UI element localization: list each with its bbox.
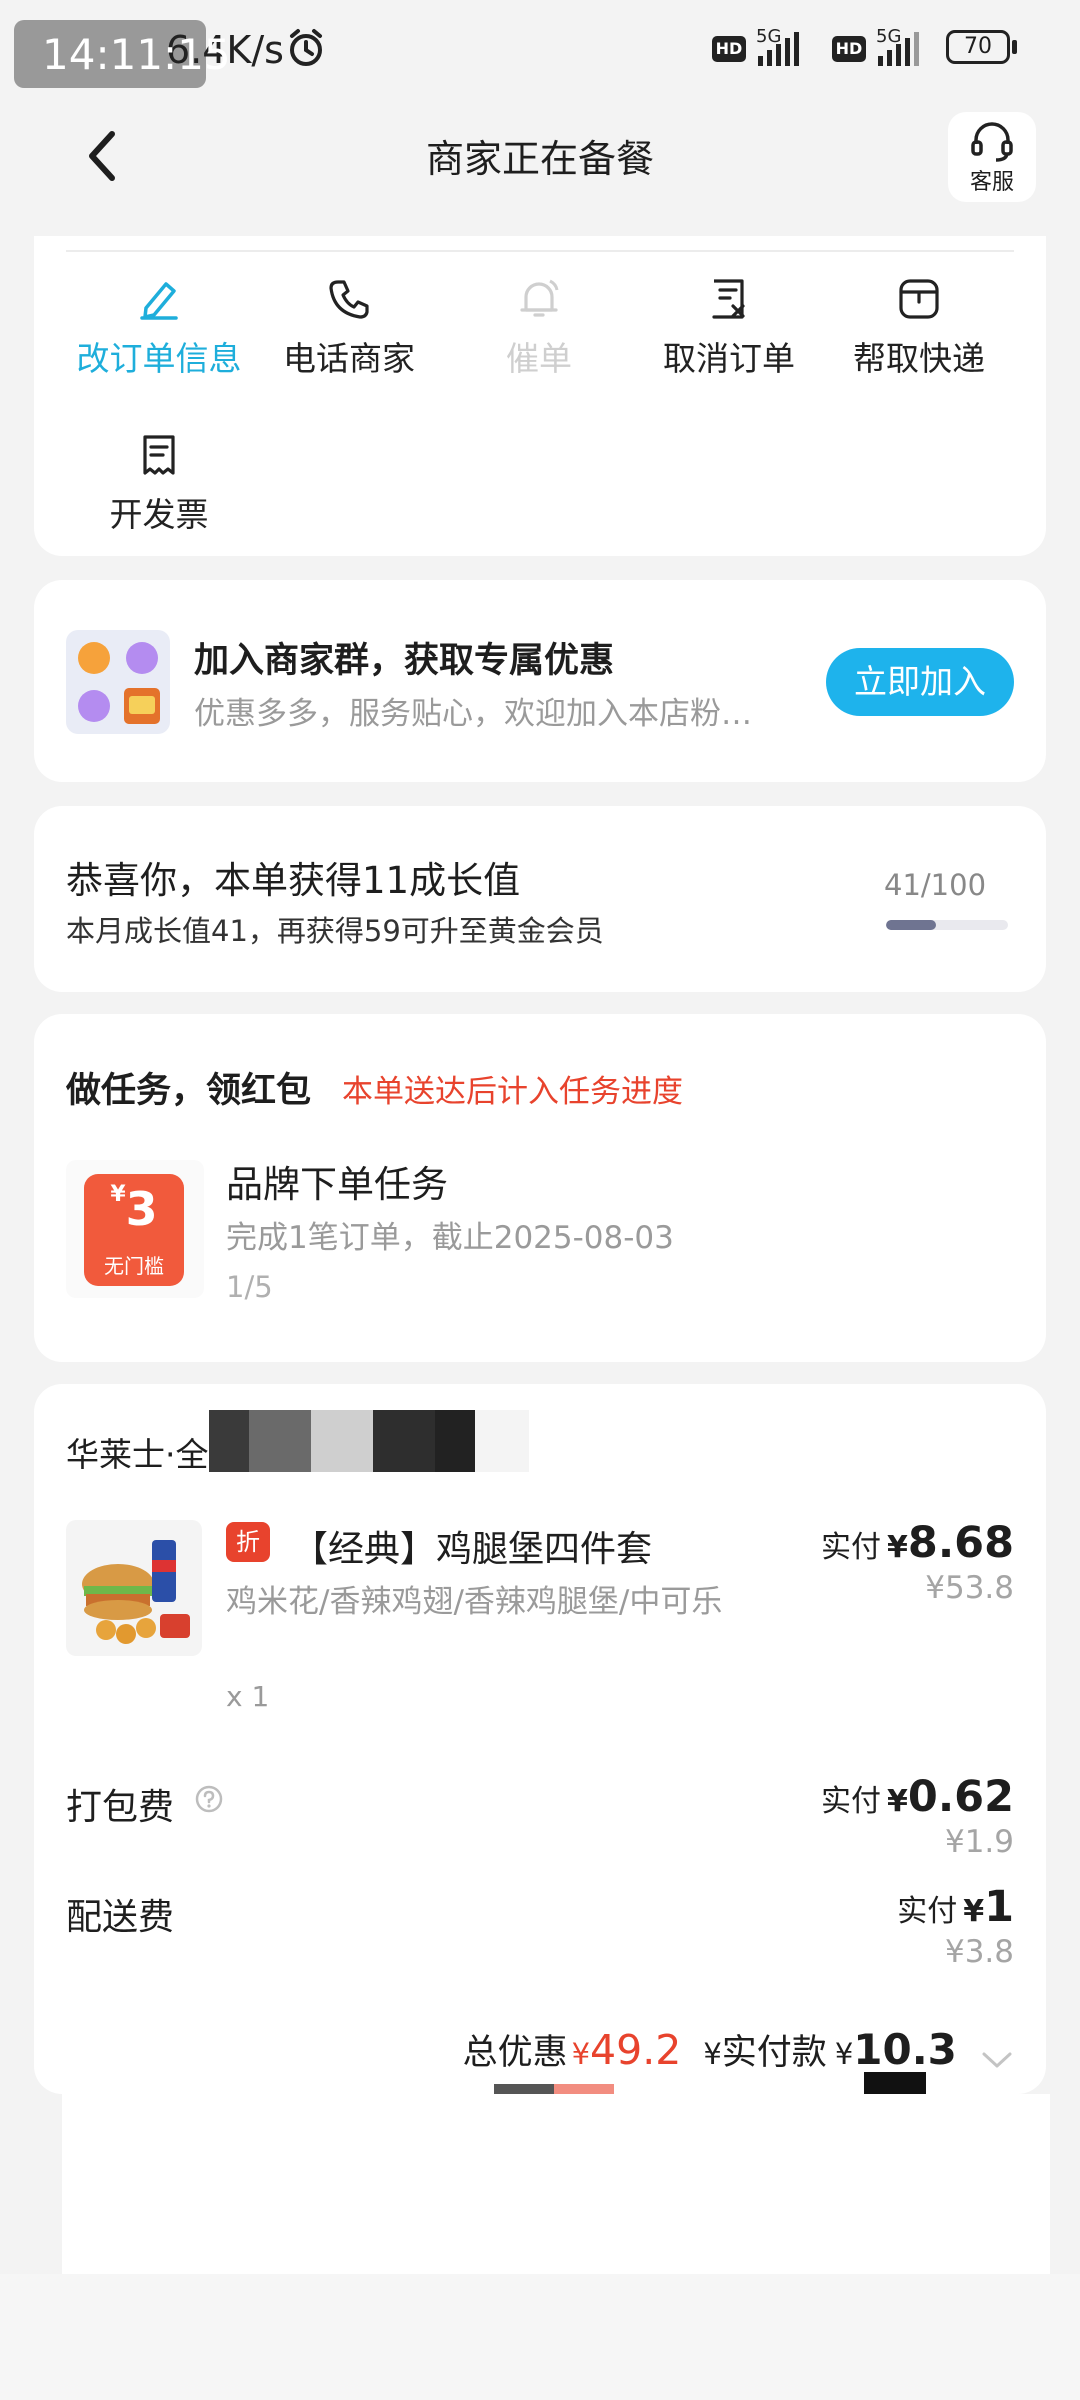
- signal-icon: [878, 32, 919, 66]
- task-card: 做任务，领红包 本单送达后计入任务进度 ¥3 无门槛 品牌下单任务 完成1笔订单…: [34, 1014, 1046, 1362]
- coupon-amount: ¥3: [110, 1182, 158, 1236]
- customer-service-button[interactable]: 客服: [948, 112, 1036, 202]
- packaging-original-price: ¥1.9: [944, 1824, 1014, 1860]
- urge-order-button: 催单: [444, 276, 634, 380]
- coupon-badge: ¥3 无门槛: [84, 1174, 184, 1286]
- customer-service-label: 客服: [969, 170, 1014, 195]
- parcel-icon: [899, 279, 939, 319]
- help-icon[interactable]: [194, 1784, 224, 1814]
- page-title: 商家正在备餐: [425, 137, 654, 181]
- group-title: 加入商家群，获取专属优惠: [194, 641, 615, 681]
- bottom-strip: [0, 2274, 1080, 2400]
- group-subtitle: 优惠多多，服务贴心，欢迎加入本店粉…: [194, 696, 752, 732]
- call-merchant-button[interactable]: 电话商家: [254, 276, 444, 380]
- task-note: 本单送达后计入任务进度: [342, 1074, 683, 1110]
- growth-progress-fill: [886, 920, 937, 930]
- cancel-order-button[interactable]: 取消订单: [634, 276, 824, 380]
- coupon-thumbnail: ¥3 无门槛: [66, 1160, 204, 1298]
- food-quantity: x 1: [226, 1680, 270, 1713]
- food-image: [66, 1520, 202, 1656]
- invoice-icon: [143, 435, 175, 475]
- chevron-down-icon: [982, 2052, 1012, 2067]
- action-label: 电话商家: [283, 339, 415, 378]
- bottom-panel: [62, 2094, 1050, 2274]
- edit-icon: [140, 282, 178, 320]
- bell-icon: [520, 279, 559, 317]
- delivery-original-price: ¥3.8: [944, 1934, 1014, 1970]
- task-description: 完成1笔订单，截止2025-08-03: [226, 1220, 674, 1256]
- action-label: 开发票: [109, 495, 209, 534]
- growth-title: 恭喜你，本单获得11成长值: [66, 859, 521, 902]
- sim1-signal: HD 5G: [712, 26, 832, 70]
- phone-icon: [329, 280, 369, 319]
- action-label: 改订单信息: [76, 339, 242, 378]
- battery-nub: [1012, 40, 1017, 54]
- delivery-paid-price: 实付 ¥1: [897, 1882, 1014, 1932]
- delivery-fee-label: 配送费: [66, 1897, 175, 1938]
- task-name[interactable]: 品牌下单任务: [226, 1154, 448, 1208]
- group-avatar: [66, 630, 170, 734]
- item-paid-price: 实付 ¥8.68: [821, 1518, 1014, 1568]
- merchant-group-card[interactable]: 加入商家群，获取专属优惠 优惠多多，服务贴心，欢迎加入本店粉… 立即加入: [34, 580, 1046, 782]
- order-actions-card: 改订单信息 电话商家 催单 取消订单 帮取快递 开发票: [34, 236, 1046, 556]
- order-summary[interactable]: 总优惠 ¥49.2 ¥实付款 ¥10.3: [463, 2024, 1014, 2075]
- status-bar: 6.4K/s 14:11:15 HD 5G HD 5G 70: [0, 0, 1080, 100]
- growth-progress-bar: [886, 920, 1008, 930]
- cancel-doc-icon: [712, 279, 745, 319]
- action-label: 帮取快递: [853, 339, 985, 378]
- battery-icon: 70: [946, 30, 1010, 64]
- food-description: 鸡米花/香辣鸡翅/香辣鸡腿堡/中可乐: [226, 1584, 723, 1620]
- redaction-mosaic: [209, 1410, 529, 1472]
- discount-tag: 折: [226, 1522, 270, 1562]
- coupon-label: 无门槛: [104, 1254, 164, 1278]
- signal-icon: [758, 32, 799, 66]
- task-section-title: 做任务，领红包: [66, 1071, 312, 1111]
- packaging-paid-price: 实付 ¥0.62: [821, 1772, 1014, 1822]
- order-detail-card: 华莱士·全鸡 折 【经典】鸡腿堡四件套 鸡米花/香辣鸡翅/香辣鸡腿堡/中可乐 x…: [34, 1384, 1046, 2100]
- action-label: 取消订单: [663, 339, 795, 378]
- alarm-icon: [290, 29, 322, 66]
- packaging-fee-label: 打包费: [66, 1787, 175, 1828]
- edit-order-button[interactable]: 改订单信息: [64, 276, 254, 380]
- hd-badge: HD: [832, 36, 866, 62]
- food-name[interactable]: 【经典】鸡腿堡四件套: [292, 1520, 652, 1572]
- join-group-button[interactable]: 立即加入: [826, 648, 1014, 716]
- divider: [66, 250, 1014, 252]
- item-original-price: ¥53.8: [925, 1570, 1014, 1606]
- status-time: 14:11:15: [42, 30, 231, 79]
- pickup-parcel-button[interactable]: 帮取快递: [824, 276, 1014, 380]
- growth-card[interactable]: 恭喜你，本单获得11成长值 本月成长值41，再获得59可升至黄金会员 41/10…: [34, 806, 1046, 992]
- hd-badge: HD: [712, 36, 746, 62]
- task-progress: 1/5: [226, 1270, 273, 1304]
- growth-progress-text: 41/100: [884, 868, 987, 902]
- growth-subtitle: 本月成长值41，再获得59可升至黄金会员: [66, 914, 604, 948]
- action-label: 催单: [506, 339, 572, 378]
- headset-icon: [971, 122, 1013, 162]
- sim2-signal: HD 5G: [832, 26, 942, 70]
- issue-invoice-button[interactable]: 开发票: [64, 432, 254, 536]
